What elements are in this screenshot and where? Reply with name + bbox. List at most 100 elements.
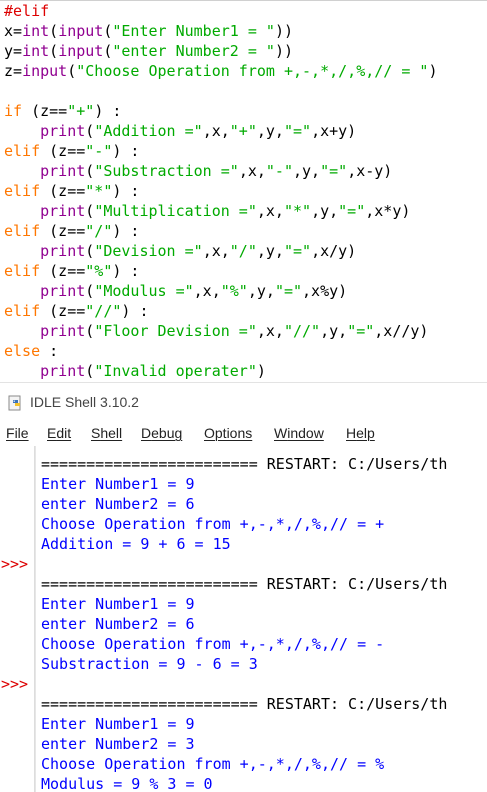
code-token: (z== xyxy=(22,102,68,120)
code-token: elif xyxy=(4,262,41,280)
code-token: ( xyxy=(49,42,59,60)
code-token: "=" xyxy=(320,162,348,180)
shell-prompt: >>> xyxy=(1,675,29,693)
shell-line: enter Number2 = 6 xyxy=(41,495,195,513)
code-token: input xyxy=(58,42,104,60)
code-token: print xyxy=(40,322,86,340)
code-line: print("Addition =",x,"+",y,"=",x+y) xyxy=(4,121,356,141)
code-line: #elif xyxy=(4,1,49,21)
code-token: ,x, xyxy=(256,322,284,340)
shell-line: Substraction = 9 - 6 = 3 xyxy=(41,655,258,673)
code-token: ) : xyxy=(112,262,140,280)
code-token: if xyxy=(4,102,23,120)
code-token: ) : xyxy=(121,302,149,320)
shell-line: Enter Number1 = 9 xyxy=(41,475,195,493)
code-token: )) xyxy=(274,22,293,40)
code-token: "Enter Number1 = " xyxy=(112,22,275,40)
code-token: print xyxy=(40,242,86,260)
code-token: "=" xyxy=(283,122,312,140)
code-token: input xyxy=(58,22,104,40)
code-token: "-" xyxy=(85,142,113,160)
code-line: else : xyxy=(4,341,58,361)
code-token: "Multiplication =" xyxy=(94,202,257,220)
code-token: "-" xyxy=(265,162,293,180)
code-token: #elif xyxy=(4,2,50,20)
shell-title-bar: IDLE Shell 3.10.2 xyxy=(0,382,487,423)
code-token: : xyxy=(40,342,59,360)
code-token: (z== xyxy=(40,302,86,320)
code-line: print("Floor Devision =",x,"//",y,"=",x/… xyxy=(4,321,428,341)
code-token: print xyxy=(40,122,86,140)
code-token: "%" xyxy=(85,262,113,280)
code-token: ,x*y) xyxy=(365,202,411,220)
code-token: "*" xyxy=(85,182,113,200)
shell-prompt: >>> xyxy=(1,555,29,573)
code-token: ( xyxy=(85,202,95,220)
code-token: ,x, xyxy=(193,282,221,300)
code-token: ,x, xyxy=(202,242,230,260)
shell-line: Choose Operation from +,-,*,/,%,// = - xyxy=(41,635,385,653)
code-token: ( xyxy=(85,362,95,380)
code-token: ) : xyxy=(94,102,122,120)
code-token: "//" xyxy=(85,302,122,320)
menu-debug[interactable]: Debug xyxy=(141,425,182,441)
menu-edit[interactable]: Edit xyxy=(47,425,71,441)
code-token: "=" xyxy=(338,202,366,220)
code-token: ( xyxy=(85,162,95,180)
code-token: (z== xyxy=(40,142,86,160)
code-line: z=input("Choose Operation from +,-,*,/,%… xyxy=(4,61,437,81)
code-line: elif (z=="-") : xyxy=(4,141,139,161)
menu-options[interactable]: Options xyxy=(204,425,252,441)
code-editor[interactable]: #elif x=int(input("Enter Number1 = ")) y=i… xyxy=(0,0,487,383)
code-token: ,y, xyxy=(293,162,321,180)
code-token: (z== xyxy=(40,262,86,280)
code-line: print("Invalid operater") xyxy=(4,361,266,381)
code-token: (z== xyxy=(40,182,86,200)
code-token: ,y, xyxy=(256,122,284,140)
code-token: "/" xyxy=(229,242,257,260)
code-token: "Floor Devision =" xyxy=(94,322,257,340)
shell-output[interactable]: ======================== RESTART: C:/Use… xyxy=(35,446,487,792)
code-token: ( xyxy=(67,62,77,80)
shell-line: Addition = 9 + 6 = 15 xyxy=(41,535,231,553)
code-line: elif (z=="*") : xyxy=(4,181,139,201)
code-token: else xyxy=(4,342,41,360)
menu-bar: File Edit Shell Debug Options Window Hel… xyxy=(0,422,487,446)
code-token: "/" xyxy=(85,222,113,240)
code-line: elif (z=="//") : xyxy=(4,301,149,321)
code-line: print("Substraction =",x,"-",y,"=",x-y) xyxy=(4,161,392,181)
menu-window[interactable]: Window xyxy=(274,425,324,441)
code-line: y=int(input("enter Number2 = ")) xyxy=(4,41,293,61)
code-token: ,x//y) xyxy=(374,322,429,340)
code-token: ,x%y) xyxy=(302,282,348,300)
code-token: ,x, xyxy=(202,122,230,140)
code-token: print xyxy=(40,362,86,380)
code-token: "Addition =" xyxy=(94,122,203,140)
code-token: "Invalid operater" xyxy=(94,362,257,380)
shell-line: Choose Operation from +,-,*,/,%,// = % xyxy=(41,755,385,773)
code-token: "+" xyxy=(229,122,257,140)
code-token: "Modulus =" xyxy=(94,282,194,300)
shell-line: ======================== RESTART: C:/Use… xyxy=(41,575,448,593)
menu-shell[interactable]: Shell xyxy=(91,425,122,441)
shell-line: enter Number2 = 3 xyxy=(41,735,195,753)
shell-line: ======================== RESTART: C:/Use… xyxy=(41,695,448,713)
code-token: ) : xyxy=(112,182,140,200)
code-token: y= xyxy=(4,42,23,60)
code-token: ,x/y) xyxy=(311,242,357,260)
shell-line: Enter Number1 = 9 xyxy=(41,715,195,733)
code-token: ) xyxy=(256,362,266,380)
code-token: ( xyxy=(85,242,95,260)
menu-file[interactable]: File xyxy=(6,425,29,441)
code-token: "=" xyxy=(274,282,303,300)
menu-help[interactable]: Help xyxy=(346,425,375,441)
code-token: ) xyxy=(428,62,438,80)
code-token: "=" xyxy=(283,242,312,260)
code-line: if (z=="+") : xyxy=(4,101,121,121)
